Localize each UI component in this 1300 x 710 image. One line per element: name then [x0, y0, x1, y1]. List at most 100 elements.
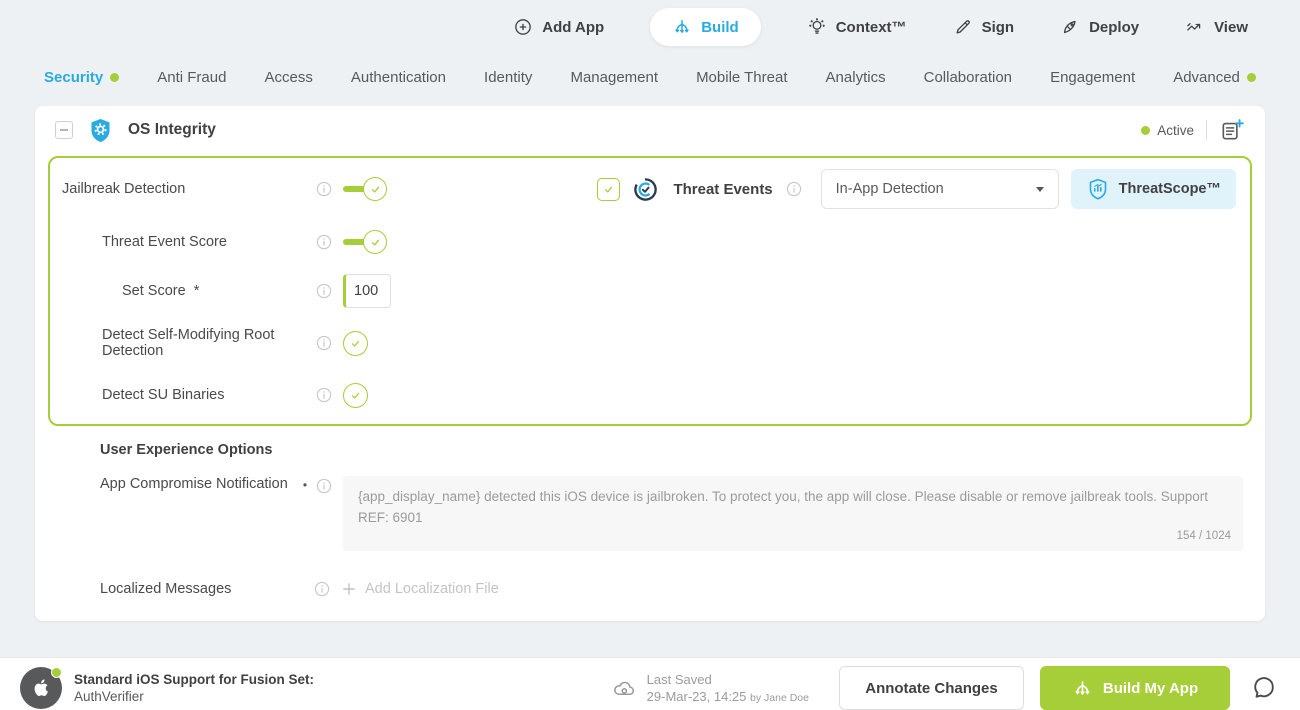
- last-saved-value: 29-Mar-23, 14:25 by Jane Doe: [647, 688, 809, 706]
- tab-label: Mobile Threat: [696, 68, 788, 86]
- detect-self-modifying-check[interactable]: [343, 330, 368, 356]
- tab-advanced[interactable]: Advanced: [1173, 69, 1256, 86]
- nav-build[interactable]: Build: [650, 8, 761, 46]
- localized-messages-row: Localized Messages Add Localization File: [100, 575, 1265, 603]
- info-icon[interactable]: [315, 476, 333, 495]
- status-label: Active: [1157, 122, 1194, 138]
- threat-events-icon: [632, 176, 659, 203]
- app-compromise-message-field[interactable]: {app_display_name} detected this iOS dev…: [343, 476, 1243, 551]
- char-count: 154 / 1024: [1176, 530, 1231, 543]
- fusion-set-name: AuthVerifier: [74, 689, 144, 705]
- last-saved-by: by Jane Doe: [750, 692, 809, 705]
- info-icon[interactable]: [315, 180, 333, 198]
- tab-management[interactable]: Management: [570, 69, 658, 86]
- collapse-checkbox[interactable]: [55, 121, 73, 139]
- detect-self-modifying-label: Detect Self-Modifying Root Detection: [102, 327, 275, 359]
- main-content: OS Integrity Active Jailbreak Detection …: [0, 100, 1300, 621]
- tab-mobile-threat[interactable]: Mobile Threat: [696, 69, 787, 86]
- add-note-icon[interactable]: [1219, 117, 1245, 143]
- localized-messages-label: Localized Messages: [100, 580, 232, 597]
- tab-anti-fraud[interactable]: Anti Fraud: [157, 69, 226, 86]
- nav-sign[interactable]: Sign: [953, 17, 1015, 37]
- build-icon: [672, 17, 692, 37]
- user-experience-options-heading: User Experience Options: [100, 442, 273, 458]
- set-score-row: Set Score *: [50, 268, 1250, 314]
- threat-events-mode-dropdown[interactable]: In-App Detection: [820, 169, 1059, 209]
- info-icon[interactable]: [315, 386, 333, 404]
- set-score-input[interactable]: [343, 274, 391, 308]
- modified-bullet: •: [302, 478, 308, 492]
- message-text: {app_display_name} detected this iOS dev…: [358, 489, 1208, 525]
- chevron-down-icon: [1035, 186, 1044, 192]
- tab-label: Management: [570, 68, 659, 86]
- threat-events-cluster: Threat Events In-App Detection ThreatSco…: [597, 169, 1236, 209]
- threat-event-score-toggle[interactable]: [343, 230, 387, 254]
- threatscope-button[interactable]: ThreatScope™: [1070, 169, 1236, 209]
- detect-su-binaries-check[interactable]: [343, 382, 368, 408]
- nav-label: Sign: [981, 18, 1015, 36]
- category-tabs: Security Anti Fraud Access Authenticatio…: [0, 54, 1300, 100]
- shield-gear-icon: [87, 117, 114, 144]
- toggle-knob: [363, 177, 387, 201]
- tab-collaboration[interactable]: Collaboration: [924, 69, 1012, 86]
- footer-bar: Standard iOS Support for Fusion Set: Aut…: [0, 656, 1300, 710]
- divider: [1206, 120, 1207, 140]
- nav-add-app[interactable]: Add App: [513, 17, 604, 37]
- add-localization-label: Add Localization File: [365, 580, 499, 597]
- build-my-app-label: Build My App: [1102, 679, 1199, 697]
- info-icon[interactable]: [315, 282, 333, 300]
- tab-label: Analytics: [825, 68, 886, 86]
- nav-label: Context™: [835, 18, 907, 36]
- status-badge: Active: [1141, 123, 1194, 138]
- trend-icon: [1185, 17, 1205, 37]
- lightbulb-icon: [807, 17, 827, 37]
- set-score-label: Set Score *: [122, 283, 315, 299]
- nav-deploy[interactable]: Deploy: [1060, 17, 1139, 37]
- threat-events-label: Threat Events: [673, 180, 773, 198]
- jailbreak-detection-row: Jailbreak Detection Threat Events In-App…: [50, 162, 1250, 216]
- detect-self-modifying-row: Detect Self-Modifying Root Detection: [50, 314, 1250, 372]
- last-saved-date: 29-Mar-23, 14:25: [646, 689, 747, 705]
- rocket-icon: [1060, 17, 1080, 37]
- build-my-app-button[interactable]: Build My App: [1040, 666, 1230, 710]
- nav-context[interactable]: Context™: [807, 17, 907, 37]
- detect-su-binaries-label: Detect SU Binaries: [102, 387, 225, 403]
- cloud-saved-icon: [612, 676, 637, 701]
- info-icon[interactable]: [313, 580, 331, 598]
- tab-label: Engagement: [1050, 68, 1136, 86]
- last-saved-label: Last Saved: [646, 671, 712, 687]
- nav-view[interactable]: View: [1185, 17, 1248, 37]
- info-icon[interactable]: [315, 233, 333, 251]
- last-saved: Last Saved 29-Mar-23, 14:25 by Jane Doe: [612, 671, 809, 706]
- pen-icon: [953, 17, 973, 37]
- tab-label: Anti Fraud: [157, 68, 227, 86]
- fusion-set-info: Standard iOS Support for Fusion Set: Aut…: [20, 667, 612, 710]
- fusion-set-text: Standard iOS Support for Fusion Set: Aut…: [74, 672, 314, 704]
- info-icon[interactable]: [785, 180, 803, 198]
- chat-bubble-icon[interactable]: [1250, 674, 1278, 702]
- annotate-changes-button[interactable]: Annotate Changes: [839, 666, 1024, 710]
- nav-label: Deploy: [1089, 18, 1140, 36]
- last-saved-text: Last Saved 29-Mar-23, 14:25 by Jane Doe: [647, 671, 809, 706]
- tab-analytics[interactable]: Analytics: [826, 69, 886, 86]
- nav-label: Build: [701, 18, 739, 36]
- active-dot: [1246, 72, 1256, 82]
- tab-engagement[interactable]: Engagement: [1050, 69, 1135, 86]
- info-icon[interactable]: [315, 334, 333, 352]
- tab-authentication[interactable]: Authentication: [351, 69, 446, 86]
- add-localization-file-button[interactable]: Add Localization File: [341, 581, 499, 597]
- status-dot: [51, 667, 62, 679]
- set-score-text: Set Score: [122, 283, 186, 299]
- tab-label: Authentication: [350, 68, 446, 86]
- dropdown-value: In-App Detection: [835, 181, 944, 197]
- nav-label: View: [1214, 18, 1248, 36]
- jailbreak-detection-label: Jailbreak Detection: [62, 181, 186, 197]
- tab-label: Security: [44, 68, 104, 86]
- jailbreak-detection-toggle[interactable]: [343, 177, 387, 201]
- tab-identity[interactable]: Identity: [484, 69, 532, 86]
- panel-header-right: Active: [1141, 117, 1245, 143]
- tab-security[interactable]: Security: [44, 68, 120, 86]
- tab-access[interactable]: Access: [265, 69, 313, 86]
- plus-icon: [341, 581, 357, 597]
- threat-events-checkbox[interactable]: [597, 177, 621, 201]
